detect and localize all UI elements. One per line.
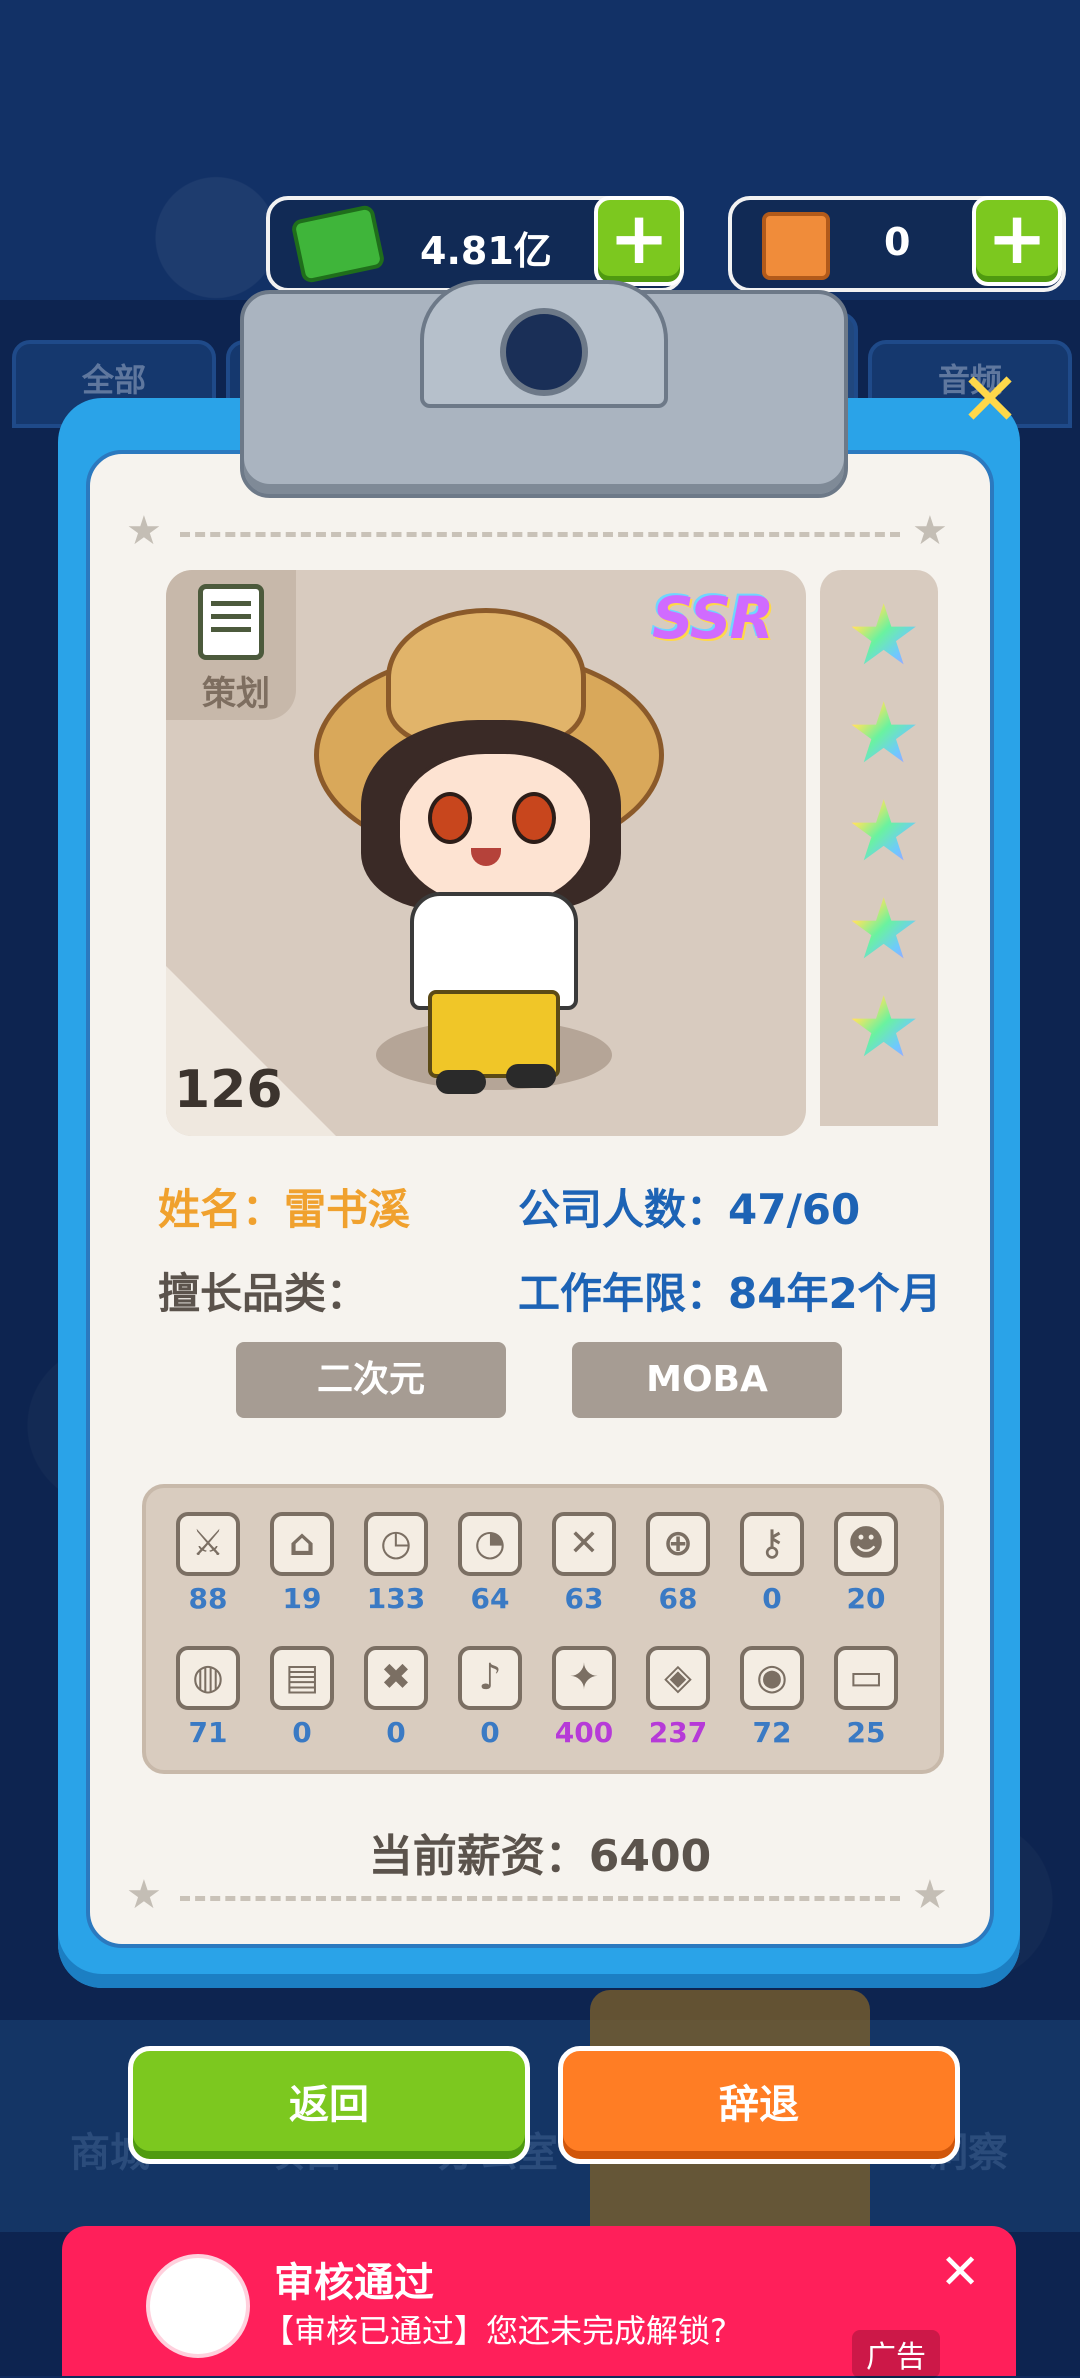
skill-stat-value: 0 xyxy=(292,1716,312,1749)
skill-stat: ◉ 72 xyxy=(732,1646,812,1749)
add-money-button[interactable]: + xyxy=(594,196,684,286)
skill-stat: ◈ 237 xyxy=(638,1646,718,1749)
star-corner-icon: ★ xyxy=(912,508,948,554)
skill-stat: ✖ 0 xyxy=(356,1646,436,1749)
envelope-icon xyxy=(762,212,830,280)
dismiss-button[interactable]: 辞退 xyxy=(558,2046,960,2164)
rainbow-star-icon: ★ xyxy=(846,782,922,880)
skill-stat-value: 20 xyxy=(846,1582,886,1615)
ticket-value: 0 xyxy=(884,220,911,264)
document-icon xyxy=(198,584,264,660)
cards-icon: ▤ xyxy=(270,1646,334,1710)
skill-stat-value: 88 xyxy=(188,1582,228,1615)
ad-avatar xyxy=(146,2254,250,2358)
cube-icon: ◈ xyxy=(646,1646,710,1710)
car-icon: ▭ xyxy=(834,1646,898,1710)
skill-stat-value: 400 xyxy=(554,1716,614,1749)
genre-tag: MOBA xyxy=(572,1342,842,1418)
crossed-swords-icon: ✖ xyxy=(364,1646,428,1710)
skill-stat-value: 63 xyxy=(564,1582,604,1615)
star-corner-icon: ★ xyxy=(126,1872,162,1918)
add-ticket-button[interactable]: + xyxy=(972,196,1062,286)
skill-stats-grid: ⚔ 88 ⌂ 19 ◷ 133 ◔ 64 ✕ 63 ⊕ 68 ⚷ 0 ☻ 20 ◍ 71 ▤ 0 ✖ 0 ♪ 0 ✦ 400 ◈ 23… xyxy=(142,1484,944,1774)
skill-stat: ⚷ 0 xyxy=(732,1512,812,1615)
divider-bottom xyxy=(180,1896,900,1901)
rainbow-star-icon: ★ xyxy=(846,978,922,1076)
skill-stat-value: 71 xyxy=(188,1716,228,1749)
ad-label: 广告 xyxy=(852,2330,940,2378)
rarity-badge: SSR xyxy=(652,584,774,652)
skill-stat-value: 0 xyxy=(386,1716,406,1749)
skill-stat: ⌂ 19 xyxy=(262,1512,342,1615)
close-modal-button[interactable]: ✕ xyxy=(955,363,1025,437)
company-headcount: 公司人数：47/60 xyxy=(518,1185,861,1234)
music-note-icon: ♪ xyxy=(458,1646,522,1710)
skill-stat-value: 0 xyxy=(480,1716,500,1749)
dance-icon: ✦ xyxy=(552,1646,616,1710)
ad-title: 审核通过 xyxy=(274,2260,434,2306)
character-shoe xyxy=(436,1070,486,1094)
skill-stat: ◷ 133 xyxy=(356,1512,436,1615)
character-eye xyxy=(512,792,556,844)
skill-stat-value: 19 xyxy=(282,1582,322,1615)
skill-stat: ▭ 25 xyxy=(826,1646,906,1749)
skill-stat: ✕ 63 xyxy=(544,1512,624,1615)
ad-close-button[interactable]: ✕ xyxy=(940,2244,980,2300)
skill-stat: ♪ 0 xyxy=(450,1646,530,1749)
skill-stat: ⊕ 68 xyxy=(638,1512,718,1615)
role-label: 策划 xyxy=(202,674,270,714)
money-value: 4.81亿 xyxy=(420,229,552,273)
specialty-label: 擅长品类： xyxy=(158,1269,369,1318)
skill-stat: ☻ 20 xyxy=(826,1512,906,1615)
tools-icon: ✕ xyxy=(552,1512,616,1576)
rainbow-star-icon: ★ xyxy=(846,586,922,684)
key-icon: ⚷ xyxy=(740,1512,804,1576)
genre-tag: 二次元 xyxy=(236,1342,506,1418)
demon-icon: ☻ xyxy=(834,1512,898,1576)
character-eye xyxy=(428,792,472,844)
back-button[interactable]: 返回 xyxy=(128,2046,530,2164)
character-portrait: 策划 SSR 126 xyxy=(166,570,806,1136)
skill-stat: ▤ 0 xyxy=(262,1646,342,1749)
skill-stat: ⚔ 88 xyxy=(168,1512,248,1615)
crosshair-icon: ⊕ xyxy=(646,1512,710,1576)
skill-stat: ✦ 400 xyxy=(544,1646,624,1749)
skill-stat-value: 237 xyxy=(648,1716,708,1749)
skill-stat-value: 25 xyxy=(846,1716,886,1749)
work-tenure: 工作年限：84年2个月 xyxy=(518,1269,942,1318)
star-corner-icon: ★ xyxy=(912,1872,948,1918)
divider-top xyxy=(180,532,900,537)
stopwatch-icon: ◷ xyxy=(364,1512,428,1576)
character-level: 126 xyxy=(174,1060,283,1120)
employee-name: 姓名：雷书溪 xyxy=(158,1185,411,1234)
skill-stat-value: 68 xyxy=(658,1582,698,1615)
character-face xyxy=(396,750,594,908)
clipboard-hole xyxy=(500,308,588,396)
skill-stat-value: 0 xyxy=(762,1582,782,1615)
role-badge: 策划 xyxy=(166,570,296,720)
star-rating: ★ ★ ★ ★ ★ xyxy=(820,570,938,1126)
rainbow-star-icon: ★ xyxy=(846,684,922,782)
star-corner-icon: ★ xyxy=(126,508,162,554)
cash-icon xyxy=(290,203,386,285)
skill-stat: ◔ 64 xyxy=(450,1512,530,1615)
sword-icon: ⚔ xyxy=(176,1512,240,1576)
skill-stat-value: 133 xyxy=(366,1582,426,1615)
rainbow-star-icon: ★ xyxy=(846,880,922,978)
ad-banner[interactable]: 审核通过 【审核已通过】您还未完成解锁? ✕ 广告 xyxy=(62,2226,1016,2378)
basketball-icon: ◉ xyxy=(740,1646,804,1710)
globe-icon: ◍ xyxy=(176,1646,240,1710)
ad-subtitle: 【审核已通过】您还未完成解锁? xyxy=(262,2312,727,2350)
current-salary: 当前薪资：6400 xyxy=(368,1831,712,1882)
character-shoe xyxy=(506,1064,556,1088)
skill-stat-value: 64 xyxy=(470,1582,510,1615)
shop-icon: ⌂ xyxy=(270,1512,334,1576)
pacman-icon: ◔ xyxy=(458,1512,522,1576)
skill-stat: ◍ 71 xyxy=(168,1646,248,1749)
skill-stat-value: 72 xyxy=(752,1716,792,1749)
